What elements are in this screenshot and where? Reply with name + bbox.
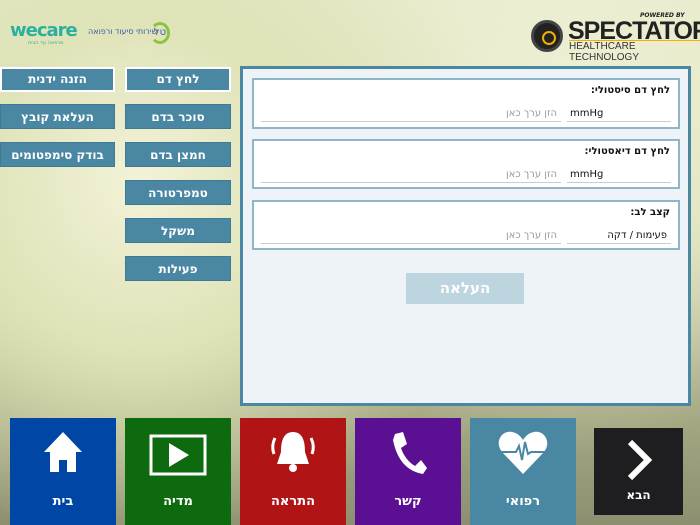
menu-manual-entry[interactable]: הזנה ידנית xyxy=(0,67,115,92)
next-button[interactable]: הבא xyxy=(594,428,683,515)
menu-blood-oxygen[interactable]: חמצן בדם xyxy=(125,142,231,167)
phone-icon xyxy=(393,432,427,474)
menu-temperature[interactable]: טמפרטורה xyxy=(125,180,231,205)
diastolic-label: לחץ דם דיאסטולי: xyxy=(584,146,670,157)
nav-alert-label: התראה xyxy=(270,494,316,509)
systolic-input[interactable] xyxy=(261,105,561,122)
nav-media-label: מדיה xyxy=(163,494,193,509)
bell-icon xyxy=(271,432,315,472)
menu-activity[interactable]: פעילות xyxy=(125,256,231,281)
heart-rate-label: קצב לב: xyxy=(630,207,670,218)
diastolic-input[interactable] xyxy=(261,166,561,183)
systolic-unit: mmHg xyxy=(567,105,671,122)
systolic-card: לחץ דם סיסטולי: mmHg xyxy=(252,78,680,129)
heart-rate-unit: פעימות / דקה xyxy=(567,227,671,244)
wecare-logo-text: wecare xyxy=(10,20,78,41)
menu-weight[interactable]: משקל xyxy=(125,218,231,243)
nav-medical[interactable]: רפואי xyxy=(470,418,576,525)
next-label: הבא xyxy=(626,488,651,502)
nav-home[interactable]: בית xyxy=(10,418,116,525)
spectator-subtitle: HEALTHCARE TECHNOLOGY xyxy=(569,40,700,63)
spectator-logo-icon xyxy=(531,20,563,52)
heart-pulse-icon xyxy=(498,431,548,474)
diastolic-card: לחץ דם דיאסטולי: mmHg xyxy=(252,139,680,189)
wecare-tagline: מרפאה עד הבית xyxy=(28,40,64,46)
wecare-hebrew: שירותי סיעוד ורפואה xyxy=(88,27,158,36)
menu-symptom-checker[interactable]: בודק סימפטומים xyxy=(0,142,115,167)
upload-button[interactable]: העלאה xyxy=(406,273,524,304)
nav-contact-label: קשר xyxy=(394,494,422,509)
heart-rate-card: קצב לב: פעימות / דקה xyxy=(252,200,680,250)
home-icon xyxy=(44,432,82,472)
nav-media[interactable]: מדיה xyxy=(125,418,231,525)
media-play-icon xyxy=(149,434,207,476)
chevron-right-icon xyxy=(627,440,653,480)
tal-logo: טל xyxy=(150,22,170,44)
nav-alert[interactable]: התראה xyxy=(240,418,346,525)
menu-blood-sugar[interactable]: סוכר בדם xyxy=(125,104,231,129)
menu-file-upload[interactable]: העלאת קובץ xyxy=(0,104,115,129)
manual-entry-panel: לחץ דם סיסטולי: mmHg לחץ דם דיאסטולי: mm… xyxy=(240,66,691,406)
heart-rate-input[interactable] xyxy=(261,227,561,244)
nav-contact[interactable]: קשר xyxy=(355,418,461,525)
nav-medical-label: רפואי xyxy=(505,494,541,509)
diastolic-unit: mmHg xyxy=(567,166,671,183)
wecare-logo: wecare xyxy=(10,20,78,41)
nav-home-label: בית xyxy=(52,494,74,509)
menu-blood-pressure[interactable]: לחץ דם xyxy=(125,67,231,92)
systolic-label: לחץ דם סיסטולי: xyxy=(590,85,670,96)
